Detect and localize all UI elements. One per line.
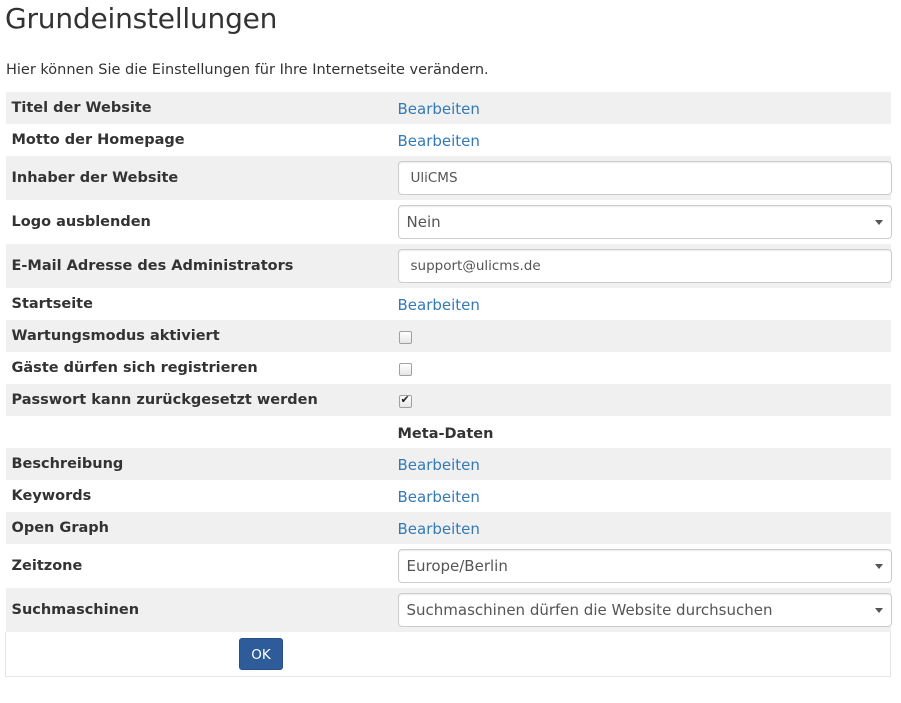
keywords-label: Keywords — [5, 480, 390, 512]
password-reset-checkbox[interactable]: ✔ — [398, 392, 412, 408]
row-admin-email: E-Mail Adresse des Administrators suppor… — [5, 244, 892, 288]
row-owner: Inhaber der Website UliCMS — [5, 156, 892, 200]
row-guest-registration: Gäste dürfen sich registrieren — [5, 352, 891, 384]
chevron-down-icon — [874, 608, 883, 613]
search-engines-value: Suchmaschinen dürfen die Website durchsu… — [406, 601, 773, 619]
start-page-label: Startseite — [5, 288, 390, 320]
page-intro: Hier können Sie die Einstellungen für Ih… — [6, 62, 489, 78]
hide-logo-select[interactable]: Nein — [397, 205, 892, 239]
search-engines-select[interactable]: Suchmaschinen dürfen die Website durchsu… — [397, 593, 892, 627]
edit-description-link[interactable]: Bearbeiten — [398, 456, 480, 474]
row-search-engines: Suchmaschinen Suchmaschinen dürfen die W… — [5, 588, 892, 632]
edit-start-page-link[interactable]: Bearbeiten — [398, 296, 480, 314]
maintenance-label: Wartungsmodus aktiviert — [5, 320, 390, 352]
row-site-title: Titel der Website Bearbeiten — [5, 92, 891, 124]
row-hide-logo: Logo ausblenden Nein — [5, 200, 892, 244]
row-description: Beschreibung Bearbeiten — [5, 448, 891, 480]
motto-label: Motto der Homepage — [5, 124, 390, 156]
guest-registration-checkbox[interactable] — [398, 362, 412, 376]
row-meta-heading: Meta-Daten — [5, 416, 891, 448]
row-submit: OK — [5, 632, 891, 677]
meta-data-heading: Meta-Daten — [397, 425, 494, 442]
hide-logo-label: Logo ausblenden — [5, 200, 390, 244]
admin-email-label: E-Mail Adresse des Administrators — [5, 244, 390, 288]
open-graph-label: Open Graph — [5, 512, 390, 544]
page-title: Grundeinstellungen — [5, 2, 278, 35]
guest-registration-label: Gäste dürfen sich registrieren — [5, 352, 390, 384]
password-reset-label: Passwort kann zurückgesetzt werden — [5, 384, 390, 416]
search-engines-label: Suchmaschinen — [5, 588, 390, 632]
timezone-select[interactable]: Europe/Berlin — [397, 549, 892, 583]
description-label: Beschreibung — [5, 448, 390, 480]
row-start-page: Startseite Bearbeiten — [5, 288, 891, 320]
row-timezone: Zeitzone Europe/Berlin — [5, 544, 892, 588]
owner-input[interactable]: UliCMS — [397, 161, 892, 195]
owner-label: Inhaber der Website — [5, 156, 390, 200]
row-open-graph: Open Graph Bearbeiten — [5, 512, 891, 544]
row-motto: Motto der Homepage Bearbeiten — [5, 124, 891, 156]
settings-table: Titel der Website Bearbeiten Motto der H… — [5, 92, 892, 677]
ok-button[interactable]: OK — [239, 637, 283, 670]
edit-motto-link[interactable]: Bearbeiten — [398, 132, 480, 150]
hide-logo-value: Nein — [406, 213, 441, 231]
timezone-value: Europe/Berlin — [406, 557, 508, 575]
row-maintenance: Wartungsmodus aktiviert — [5, 320, 891, 352]
timezone-label: Zeitzone — [5, 544, 390, 588]
edit-open-graph-link[interactable]: Bearbeiten — [398, 520, 480, 538]
checkmark-icon: ✔ — [400, 392, 410, 406]
site-title-label: Titel der Website — [5, 92, 390, 124]
settings-page: Grundeinstellungen Hier können Sie die E… — [0, 0, 901, 703]
chevron-down-icon — [874, 220, 883, 225]
edit-keywords-link[interactable]: Bearbeiten — [398, 488, 480, 506]
chevron-down-icon — [874, 564, 883, 569]
row-keywords: Keywords Bearbeiten — [5, 480, 891, 512]
edit-site-title-link[interactable]: Bearbeiten — [398, 100, 480, 118]
row-password-reset: Passwort kann zurückgesetzt werden ✔ — [5, 384, 891, 416]
maintenance-checkbox[interactable] — [398, 330, 412, 344]
admin-email-input[interactable]: support@ulicms.de — [397, 249, 892, 283]
